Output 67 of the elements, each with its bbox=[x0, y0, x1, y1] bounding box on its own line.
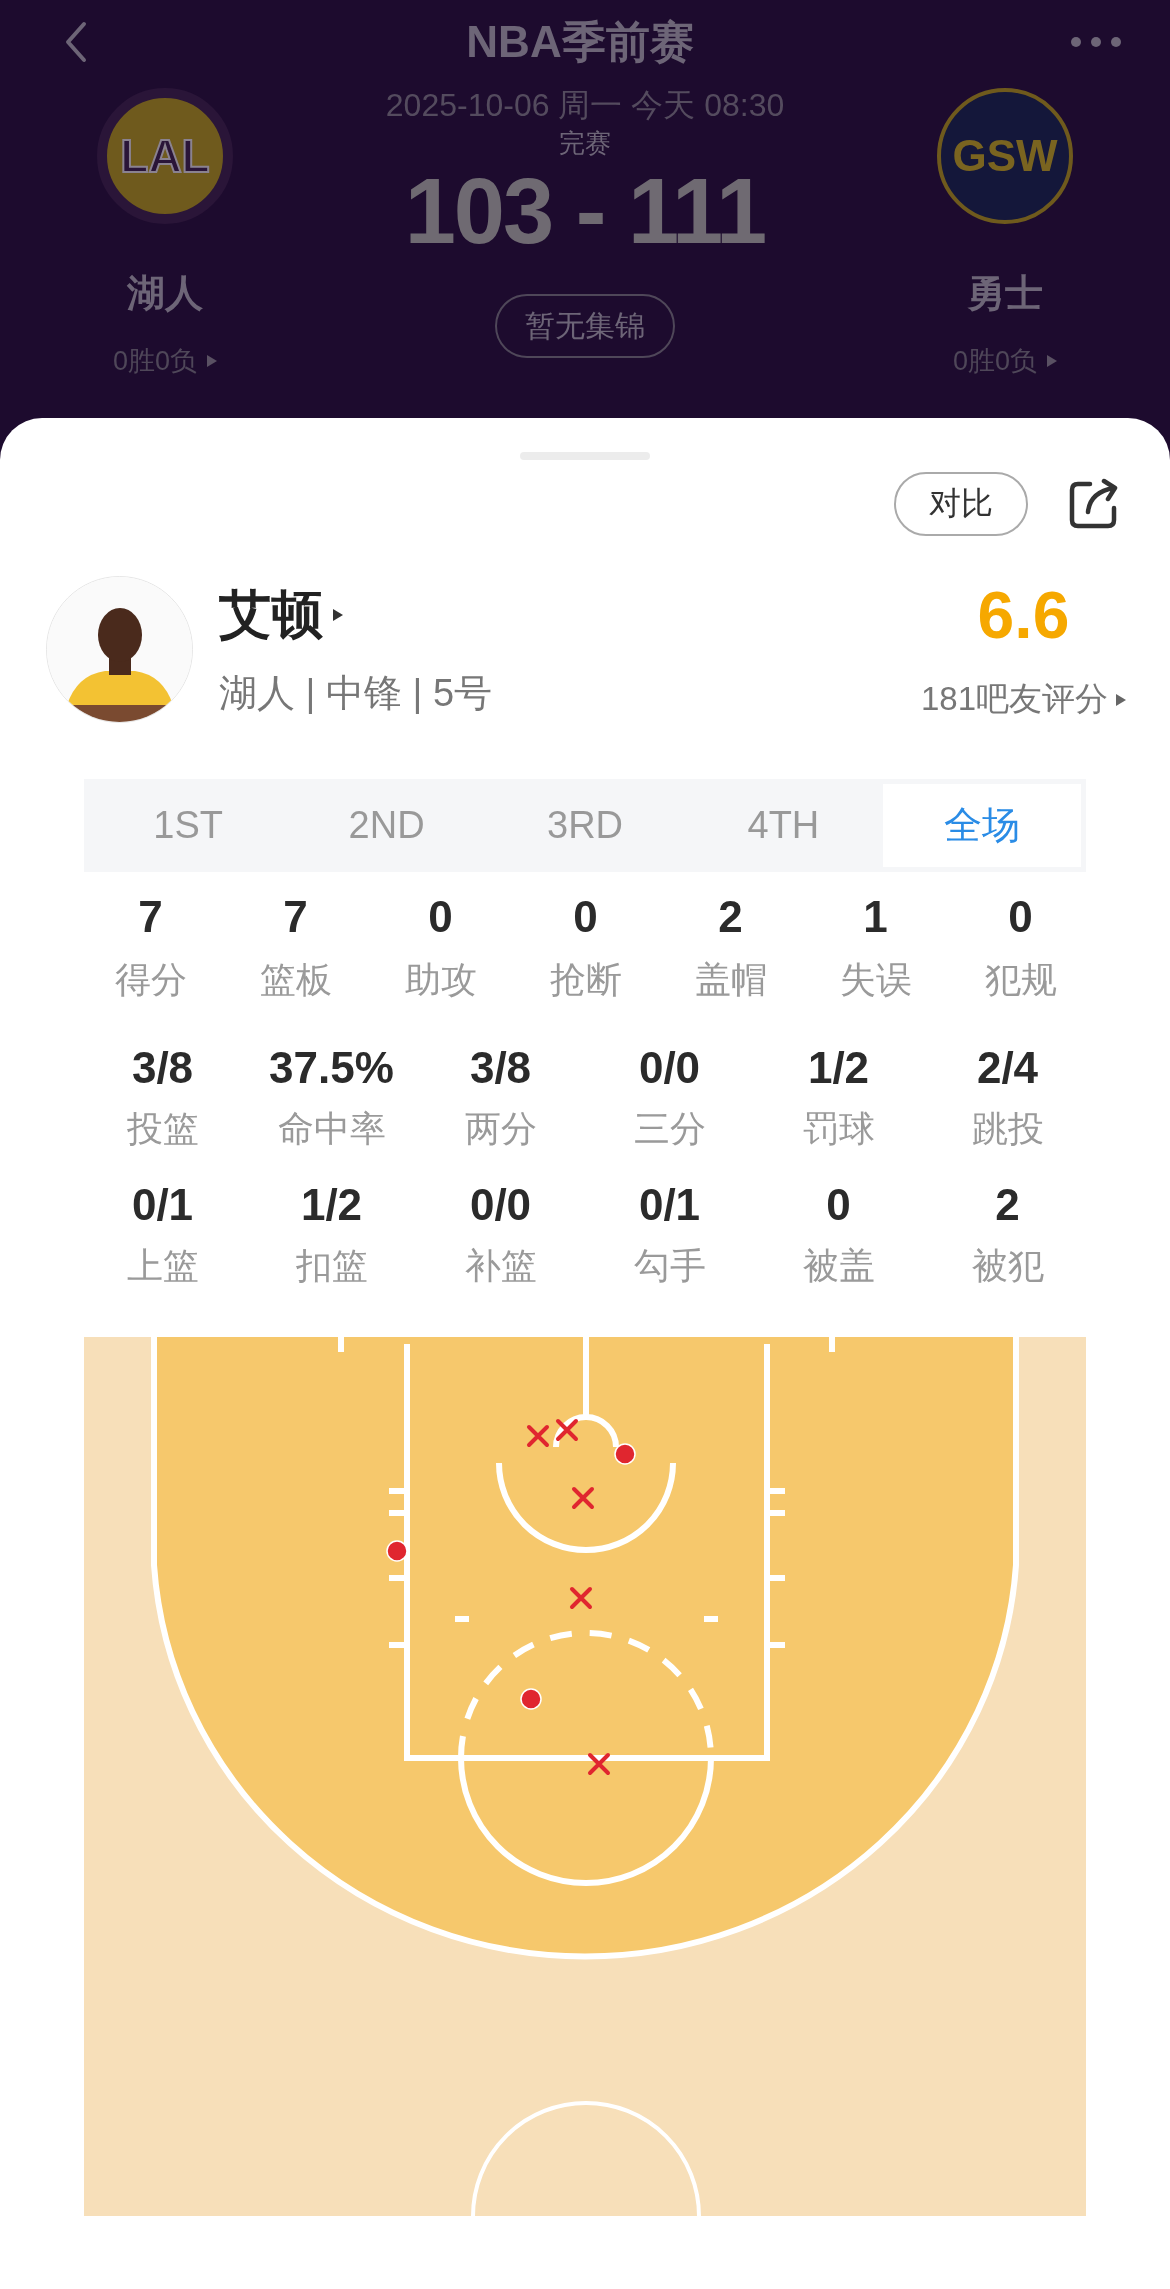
team-record[interactable]: 0胜0负 bbox=[952, 343, 1037, 379]
stat-label: 上篮 bbox=[126, 1244, 199, 1288]
stat-value: 1/2 bbox=[807, 1043, 870, 1093]
rating-caption[interactable]: 181吧友评分 bbox=[920, 677, 1108, 722]
compare-button[interactable]: 对比 bbox=[894, 472, 1028, 536]
period-tab[interactable]: 4TH bbox=[684, 784, 883, 867]
stat-value: 2 bbox=[995, 1180, 1020, 1230]
caret-icon bbox=[333, 609, 343, 621]
stat-value: 1/2 bbox=[300, 1180, 363, 1230]
caret-icon bbox=[1116, 693, 1126, 706]
stat-label: 补篮 bbox=[464, 1244, 537, 1288]
stat-label: 扣篮 bbox=[295, 1244, 368, 1288]
stat-label: 罚球 bbox=[802, 1107, 875, 1151]
caret-icon bbox=[1047, 355, 1057, 367]
player-name[interactable]: 艾顿 bbox=[219, 580, 323, 650]
stat-label: 两分 bbox=[464, 1107, 537, 1151]
stat-value: 0/0 bbox=[638, 1043, 701, 1093]
score: 103 - 111 bbox=[404, 159, 766, 264]
period-tab[interactable]: 1ST bbox=[89, 784, 288, 867]
stat-label: 助攻 bbox=[404, 958, 477, 1002]
stat-label: 被犯 bbox=[971, 1244, 1044, 1288]
stat-value: 0/1 bbox=[131, 1180, 194, 1230]
stat-value: 0 bbox=[428, 892, 453, 942]
match-status: 完赛 bbox=[559, 127, 611, 160]
stat-label: 命中率 bbox=[277, 1107, 386, 1151]
stat-value: 0/0 bbox=[469, 1180, 532, 1230]
stat-label: 得分 bbox=[114, 958, 187, 1002]
stat-label: 勾手 bbox=[633, 1244, 706, 1288]
team-logo[interactable]: LAL bbox=[97, 88, 233, 224]
team-name: 勇士 bbox=[967, 271, 1043, 316]
period-tab[interactable]: 2ND bbox=[287, 784, 486, 867]
player-info: 湖人 | 中锋 | 5号 bbox=[219, 671, 494, 716]
more-icon[interactable] bbox=[1070, 36, 1122, 48]
stat-label: 投篮 bbox=[126, 1107, 199, 1151]
stat-label: 失误 bbox=[839, 958, 912, 1002]
stat-label: 盖帽 bbox=[694, 958, 767, 1002]
stat-value: 37.5% bbox=[269, 1043, 394, 1093]
team-name: 湖人 bbox=[127, 271, 203, 316]
stat-value: 7 bbox=[283, 892, 308, 942]
stat-value: 3/8 bbox=[131, 1043, 194, 1093]
stat-label: 篮板 bbox=[259, 958, 332, 1002]
share-icon[interactable] bbox=[1068, 478, 1120, 530]
caret-icon bbox=[207, 355, 217, 367]
period-tab[interactable]: 全场 bbox=[882, 784, 1082, 867]
stat-label: 被盖 bbox=[802, 1244, 875, 1288]
team-record[interactable]: 0胜0负 bbox=[112, 343, 197, 379]
stat-value: 0 bbox=[1008, 892, 1033, 942]
stat-value: 2/4 bbox=[976, 1043, 1039, 1093]
logo-text: LAL bbox=[120, 129, 210, 183]
stat-value: 0 bbox=[826, 1180, 851, 1230]
period-tab[interactable]: 3RD bbox=[485, 784, 685, 867]
stat-label: 抢断 bbox=[549, 958, 622, 1002]
match-date: 2025-10-06 周一 今天 08:30 bbox=[385, 86, 785, 125]
stat-value: 7 bbox=[138, 892, 163, 942]
rating-score: 6.6 bbox=[977, 577, 1070, 653]
highlights-button[interactable]: 暂无集锦 bbox=[495, 294, 675, 358]
stat-value: 0 bbox=[573, 892, 598, 942]
stat-label: 三分 bbox=[633, 1107, 706, 1151]
stat-value: 2 bbox=[718, 892, 743, 942]
stat-label: 犯规 bbox=[984, 958, 1057, 1002]
team-logo[interactable]: GSW bbox=[937, 88, 1073, 224]
stat-value: 1 bbox=[863, 892, 888, 942]
logo-text: GSW bbox=[952, 131, 1058, 181]
stat-value: 0/1 bbox=[638, 1180, 701, 1230]
stat-label: 跳投 bbox=[971, 1107, 1044, 1151]
match-title: NBA季前赛 bbox=[466, 15, 694, 68]
stat-value: 3/8 bbox=[469, 1043, 532, 1093]
